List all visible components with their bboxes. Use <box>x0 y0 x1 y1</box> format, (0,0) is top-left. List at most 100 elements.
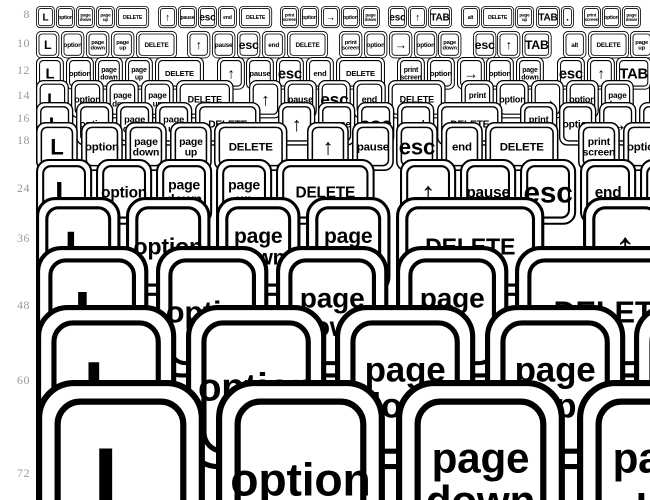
key-period: . <box>560 6 574 29</box>
key-page-up-label: page <box>179 137 203 148</box>
key-option-2-label: option <box>366 42 385 49</box>
key-arrow-up-2-label: ↑ <box>506 38 512 52</box>
key-option-2: option <box>300 6 320 29</box>
key-option-2-label: option <box>303 15 318 21</box>
key-print-screen-label: print <box>404 67 419 74</box>
key-option-label: option <box>231 453 371 500</box>
key-esc-label: esc <box>200 13 217 24</box>
key-page-down-2: pagedown <box>360 6 380 29</box>
key-page-down-2-label: down <box>364 17 376 22</box>
key-page-up-2-label: up <box>638 46 645 52</box>
key-arrow-up-label: ↑ <box>196 38 202 52</box>
key-option-4: option <box>602 6 622 29</box>
key-arrow-up: ↑ <box>158 6 178 29</box>
key-page-up-label: page <box>324 225 373 248</box>
key-page-down-2-label: page <box>522 67 538 74</box>
key-esc-label: esc <box>399 134 435 159</box>
key-option-3-label: option <box>416 42 435 49</box>
key-print-screen-2: print screen <box>582 6 602 29</box>
size-label-18: 18 <box>17 133 30 147</box>
key-page-down: pagedown <box>396 380 566 500</box>
key-l-label: L <box>50 134 63 159</box>
key-end-label: end <box>452 142 472 154</box>
key-esc-2-label: esc <box>390 13 407 24</box>
key-pause-label: pause <box>215 42 233 49</box>
key-delete-3-label: DELETE <box>488 15 508 21</box>
key-delete-2: DELETE <box>238 6 272 29</box>
key-delete-2-label: DELETE <box>346 69 375 78</box>
key-page-up: pageup <box>576 380 650 500</box>
key-page-down: pagedown <box>85 31 110 59</box>
size-label-48: 48 <box>17 298 30 312</box>
key-print-screen: printscreen <box>338 31 363 59</box>
key-delete-3-label: DELETE <box>596 42 621 49</box>
key-l-label: L <box>44 38 52 52</box>
key-delete-3: DELETE <box>587 31 629 59</box>
key-option-label: option <box>85 142 119 154</box>
key-page-up-label: page <box>612 434 650 481</box>
key-print-screen-label: screen <box>583 148 615 159</box>
key-pause-label: pause <box>181 15 195 21</box>
key-option-label: option <box>69 69 92 78</box>
key-page-down-label: page <box>134 137 158 148</box>
key-page-down-label: down <box>80 17 92 22</box>
key-row-gap <box>575 6 582 28</box>
key-tab: TAB <box>522 31 552 59</box>
size-label-60: 60 <box>17 373 30 387</box>
key-arrow-up-2: ↑ <box>497 31 521 59</box>
key-end-label: end <box>268 42 279 49</box>
size-label-14: 14 <box>17 88 30 102</box>
key-page-up-label: up <box>119 46 126 52</box>
key-pause: pause <box>212 31 236 59</box>
key-option-4-label: option <box>604 15 619 21</box>
key-delete-label: DELETE <box>123 15 143 21</box>
key-row-gap <box>554 31 563 58</box>
key-delete-2-label: DELETE <box>246 15 266 21</box>
key-option-3-label: option <box>343 15 358 21</box>
key-row-gap <box>463 31 472 58</box>
key-page-down-2: pagedown <box>438 31 462 59</box>
key-arrow-right: → <box>388 31 412 59</box>
key-page-up-2-label: up <box>522 17 528 22</box>
key-row-gap <box>178 31 187 58</box>
key-row-gap <box>454 6 461 28</box>
key-l: L <box>36 31 60 59</box>
key-pause-label: pause <box>250 69 271 78</box>
key-end: end <box>218 6 238 29</box>
key-esc-2: esc <box>388 6 408 29</box>
key-row-8pt: Loption page down page up DELETE ↑ pause esc end D… <box>36 6 643 29</box>
key-print-screen: printscreen <box>280 6 300 29</box>
key-row-gap <box>273 6 280 28</box>
size-label-10: 10 <box>17 36 30 50</box>
key-l-label: L <box>42 13 48 24</box>
key-page-up-label: up <box>103 17 109 22</box>
key-page-down-3: page down <box>622 6 642 29</box>
size-label-72: 72 <box>17 466 30 480</box>
key-option-2: option <box>363 31 388 59</box>
key-page-up-label: up <box>185 148 197 159</box>
key-delete-2-label: DELETE <box>296 42 321 49</box>
key-alt-label: alt <box>571 42 579 49</box>
key-page-down-3-label: down <box>626 17 638 22</box>
key-page-down-2-label: down <box>443 46 458 52</box>
key-option: option <box>60 31 85 59</box>
key-print-screen-label: screen <box>342 46 360 52</box>
key-print-screen-2-label: screen <box>585 17 599 22</box>
key-arrow-up-2-label: ↑ <box>415 13 420 24</box>
key-tab-label: TAB <box>431 13 450 24</box>
key-option-3-label: option <box>489 69 512 78</box>
font-specimen-sheet: 8 Loption page down page up DELETE ↑ pause esc end… <box>0 0 650 500</box>
key-page-up-label: up <box>636 477 650 500</box>
key-page-down: pagedown <box>76 6 96 29</box>
key-l: L <box>36 6 55 29</box>
key-delete: DELETE <box>116 6 150 29</box>
key-print-screen-label: screen <box>283 17 297 22</box>
key-option-2-label: option <box>627 142 650 154</box>
key-l-label: L <box>93 430 148 500</box>
key-end-label: end <box>313 69 326 78</box>
key-esc-2-label: esc <box>474 38 494 52</box>
key-row-gap <box>330 31 339 58</box>
key-alt: alt <box>562 31 586 59</box>
key-option-3: option <box>340 6 360 29</box>
size-label-16: 16 <box>17 111 30 125</box>
